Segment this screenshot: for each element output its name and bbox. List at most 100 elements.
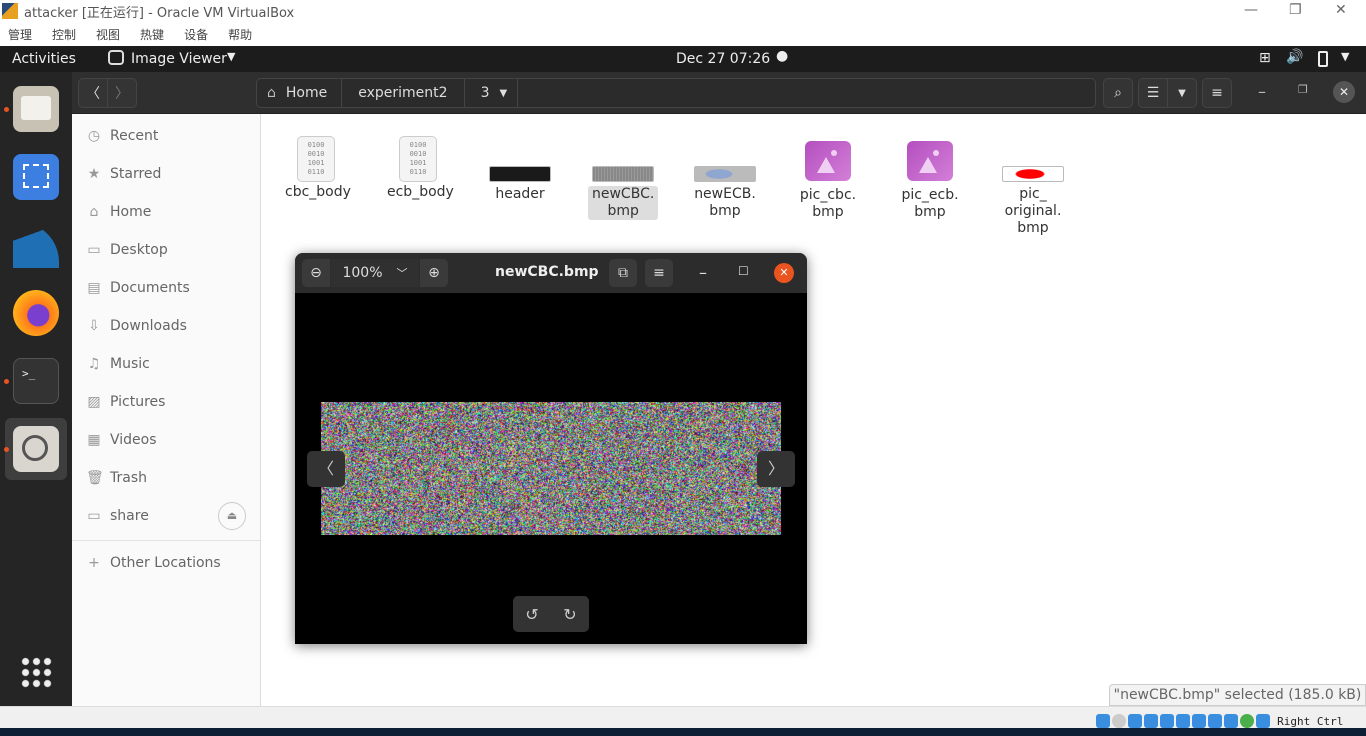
terminal-app-icon[interactable]: >_ [13,358,59,404]
sidebar-item-other-locations[interactable]: + Other Locations [86,551,221,575]
file-name: ecb_body [383,184,458,201]
restore-button[interactable]: ❐ [1289,2,1302,18]
view-options-chevron-icon[interactable]: ▼ [1167,78,1197,108]
next-image-button[interactable]: 〉 [757,451,795,487]
virtualbox-logo-icon [2,3,18,19]
search-button[interactable]: ⌕ [1103,78,1133,108]
sidebar-item-trash[interactable]: 🗑 Trash [86,466,147,490]
menu-manage[interactable]: 管理 [8,26,32,43]
sidebar: ◷ Recent ★ Starred ⌂ Home ▭ Desktop ▤ Documents ⇩ D… [72,114,261,706]
file-item[interactable]: pic_ecb. bmp [895,141,965,221]
audio-icon[interactable] [1128,714,1142,728]
file-item[interactable]: pic_cbc. bmp [793,141,863,221]
display-icon[interactable] [1192,714,1206,728]
forward-button[interactable]: 〉 [107,78,137,108]
fullscreen-button[interactable]: ⧉ [609,259,637,287]
selection-status: "newCBC.bmp" selected (185.0 kB) [1109,684,1366,706]
file-item[interactable]: header [485,166,555,203]
battery-icon[interactable] [1318,51,1328,67]
menu-hotkeys[interactable]: 热键 [140,26,164,43]
sidebar-item-documents[interactable]: ▤ Documents [86,276,190,300]
breadcrumb-current[interactable]: 3 [465,85,500,101]
recording-icon[interactable] [1208,714,1222,728]
shared-folder-icon[interactable] [1176,714,1190,728]
chevron-down-icon[interactable]: ▼ [227,50,235,63]
guest-additions-icon[interactable] [1240,714,1254,728]
breadcrumb-home[interactable]: Home [286,79,342,107]
file-name: pic_ original. bmp [1001,186,1066,237]
rotate-left-button[interactable]: ↺ [525,605,538,624]
image-viewer-app-icon[interactable] [13,426,59,472]
file-item[interactable]: newECB. bmp [690,166,760,220]
breadcrumb-experiment2[interactable]: experiment2 [342,79,464,107]
hamburger-menu-button[interactable]: ≡ [1202,78,1232,108]
close-icon[interactable]: ✕ [774,263,794,283]
sidebar-item-share[interactable]: ▭ share [86,504,149,528]
minimize-icon[interactable]: – [699,263,707,282]
firefox-app-icon[interactable] [13,290,59,336]
clock-icon: ◷ [86,128,102,144]
usb-icon[interactable] [1160,714,1174,728]
sidebar-item-videos[interactable]: ▦ Videos [86,428,157,452]
menu-devices[interactable]: 设备 [184,26,208,43]
files-app-icon[interactable] [13,86,59,132]
sidebar-item-music[interactable]: ♫ Music [86,352,150,376]
image-thumbnail [489,166,551,182]
chevron-down-icon[interactable]: ▼ [499,79,518,107]
binary-file-icon: 0100 0010 1001 0110 [297,136,335,182]
close-icon[interactable]: ✕ [1333,81,1355,103]
sidebar-item-desktop[interactable]: ▭ Desktop [86,238,168,262]
virtualbox-menubar: 管理 控制 视图 热键 设备 帮助 [0,22,1366,46]
window-title: attacker [正在运行] - Oracle VM VirtualBox [24,2,294,21]
clock[interactable]: Dec 27 07:26 [676,51,770,67]
menu-view[interactable]: 视图 [96,26,120,43]
image-file-icon [805,141,851,181]
minimize-icon[interactable]: – [1258,82,1266,101]
minimize-button[interactable]: — [1244,2,1258,18]
zoom-level-dropdown[interactable]: 100% ﹀ [331,259,419,287]
files-headerbar: 〈 〉 ⌂ Home experiment2 3 ▼ ⌕ ☰ ▼ ≡ – ❐ ✕ [72,72,1366,114]
viewer-menu-button[interactable]: ≡ [645,259,673,287]
sidebar-item-label: share [110,508,149,524]
network-icon[interactable] [1144,714,1158,728]
sidebar-item-starred[interactable]: ★ Starred [86,162,161,186]
file-item[interactable]: 0100 0010 1001 0110 cbc_body [281,136,351,201]
keyboard-capture-icon[interactable] [1256,714,1270,728]
running-indicator [4,379,9,384]
screenshot-app-icon[interactable] [13,154,59,200]
file-item[interactable]: pic_ original. bmp [998,166,1068,237]
activities-button[interactable]: Activities [12,51,76,67]
zoom-out-button[interactable]: ⊖ [302,259,330,287]
maximize-icon[interactable]: ☐ [738,264,749,278]
network-icon[interactable]: ⊞ [1259,50,1271,66]
download-icon: ⇩ [86,318,102,334]
sidebar-item-pictures[interactable]: ▨ Pictures [86,390,165,414]
file-item[interactable]: newCBC. bmp [588,166,658,220]
image-viewer-window: ⊖ 100% ﹀ ⊕ newCBC.bmp ⧉ ≡ – ☐ ✕ 〈 〉 ↺ ↻ [295,253,807,644]
virtualbox-statusbar: Right Ctrl [0,706,1366,728]
list-view-button[interactable]: ☰ [1138,78,1168,108]
zoom-in-button[interactable]: ⊕ [420,259,448,287]
rotate-right-button[interactable]: ↻ [563,605,576,624]
optical-drive-icon[interactable] [1112,714,1126,728]
sidebar-item-downloads[interactable]: ⇩ Downloads [86,314,187,338]
previous-image-button[interactable]: 〈 [307,451,345,487]
file-item[interactable]: 0100 0010 1001 0110 ecb_body [383,136,453,201]
menu-control[interactable]: 控制 [52,26,76,43]
close-button[interactable]: ✕ [1335,2,1347,18]
show-apps-icon[interactable] [20,656,52,688]
wireshark-app-icon[interactable] [13,222,59,268]
eject-icon[interactable]: ⏏ [218,502,246,530]
volume-icon[interactable]: 🔊 [1286,49,1303,65]
app-menu[interactable]: Image Viewer [131,51,227,67]
viewer-title: newCBC.bmp [495,264,599,280]
sidebar-item-recent[interactable]: ◷ Recent [86,124,158,148]
restore-icon[interactable]: ❐ [1298,83,1308,96]
sidebar-item-home[interactable]: ⌂ Home [86,200,151,224]
hard-disk-icon[interactable] [1096,714,1110,728]
sidebar-item-label: Recent [110,128,158,144]
back-button[interactable]: 〈 [78,78,108,108]
menu-help[interactable]: 帮助 [228,26,252,43]
system-menu-chevron-icon[interactable]: ▼ [1341,50,1349,63]
vt-icon[interactable] [1224,714,1238,728]
